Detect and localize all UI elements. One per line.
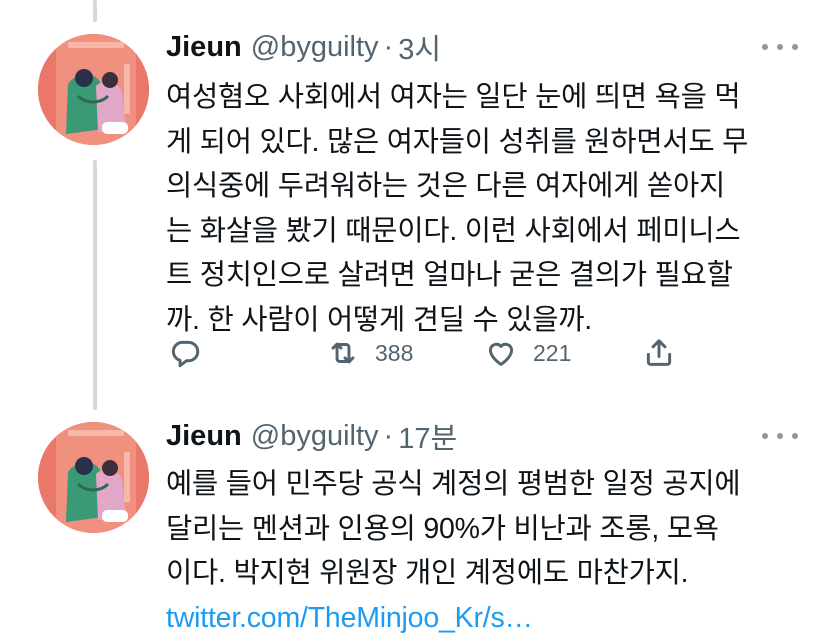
- separator-dot: ·: [384, 420, 394, 453]
- tweet-text-line: 달리는 멘션과 인용의 90%가 비난과 조롱, 모욕: [166, 507, 806, 552]
- reply-icon: [168, 336, 202, 370]
- tweet-1[interactable]: Jieun @byguilty · 3시 여성혐오 사회에서 여자는 일단 눈에…: [0, 0, 828, 400]
- book-cover-avatar-image: [38, 34, 149, 145]
- retweet-button[interactable]: 388: [326, 333, 413, 373]
- tweet-text-line: 예를 들어 민주당 공식 계정의 평범한 일정 공지에: [166, 462, 806, 507]
- tweet-text: 예를 들어 민주당 공식 계정의 평범한 일정 공지에 달리는 멘션과 인용의 …: [166, 462, 806, 640]
- tweet-actions: 388 221: [166, 333, 686, 373]
- tweet-text-line: 의식중에 두려워하는 것은 다른 여자에게 쏟아지: [166, 164, 806, 209]
- tweet-text: 여성혐오 사회에서 여자는 일단 눈에 띄면 욕을 먹 게 되어 있다. 많은 …: [166, 75, 806, 342]
- author-name[interactable]: Jieun: [166, 420, 242, 453]
- tweet-header: Jieun @byguilty · 17분: [166, 416, 798, 456]
- tweet-text-line: 게 되어 있다. 많은 여자들이 성취를 원하면서도 무: [166, 120, 806, 165]
- retweet-count: 388: [375, 340, 413, 367]
- separator-dot: ·: [384, 31, 394, 64]
- like-button[interactable]: 221: [484, 333, 571, 373]
- tweet-text-line: 트 정치인으로 살려면 얼마나 굳은 결의가 필요할: [166, 253, 806, 298]
- tweet-text-line: 이다. 박지현 위원장 개인 계정에도 마찬가지.: [166, 551, 806, 596]
- author-handle[interactable]: @byguilty: [251, 31, 379, 64]
- reply-button[interactable]: [168, 333, 202, 373]
- avatar[interactable]: [38, 422, 149, 533]
- heart-icon: [484, 336, 518, 370]
- retweet-icon: [326, 336, 360, 370]
- avatar[interactable]: [38, 34, 149, 145]
- like-count: 221: [533, 340, 571, 367]
- tweet-text-line: 여성혐오 사회에서 여자는 일단 눈에 띄면 욕을 먹: [166, 75, 806, 120]
- timestamp[interactable]: 3시: [398, 26, 441, 68]
- timestamp[interactable]: 17분: [398, 415, 457, 457]
- more-options-icon[interactable]: [762, 424, 798, 448]
- more-options-icon[interactable]: [762, 35, 798, 59]
- share-icon: [642, 336, 676, 370]
- tweet-link[interactable]: twitter.com/TheMinjoo_Kr/s…: [166, 596, 806, 640]
- tweet-text-line: 는 화살을 봤기 때문이다. 이런 사회에서 페미니스: [166, 209, 806, 254]
- author-name[interactable]: Jieun: [166, 31, 242, 64]
- author-handle[interactable]: @byguilty: [251, 420, 379, 453]
- book-cover-avatar-image: [38, 422, 149, 533]
- tweet-header: Jieun @byguilty · 3시: [166, 27, 798, 67]
- share-button[interactable]: [642, 333, 676, 373]
- tweet-2[interactable]: Jieun @byguilty · 17분 예를 들어 민주당 공식 계정의 평…: [0, 400, 828, 636]
